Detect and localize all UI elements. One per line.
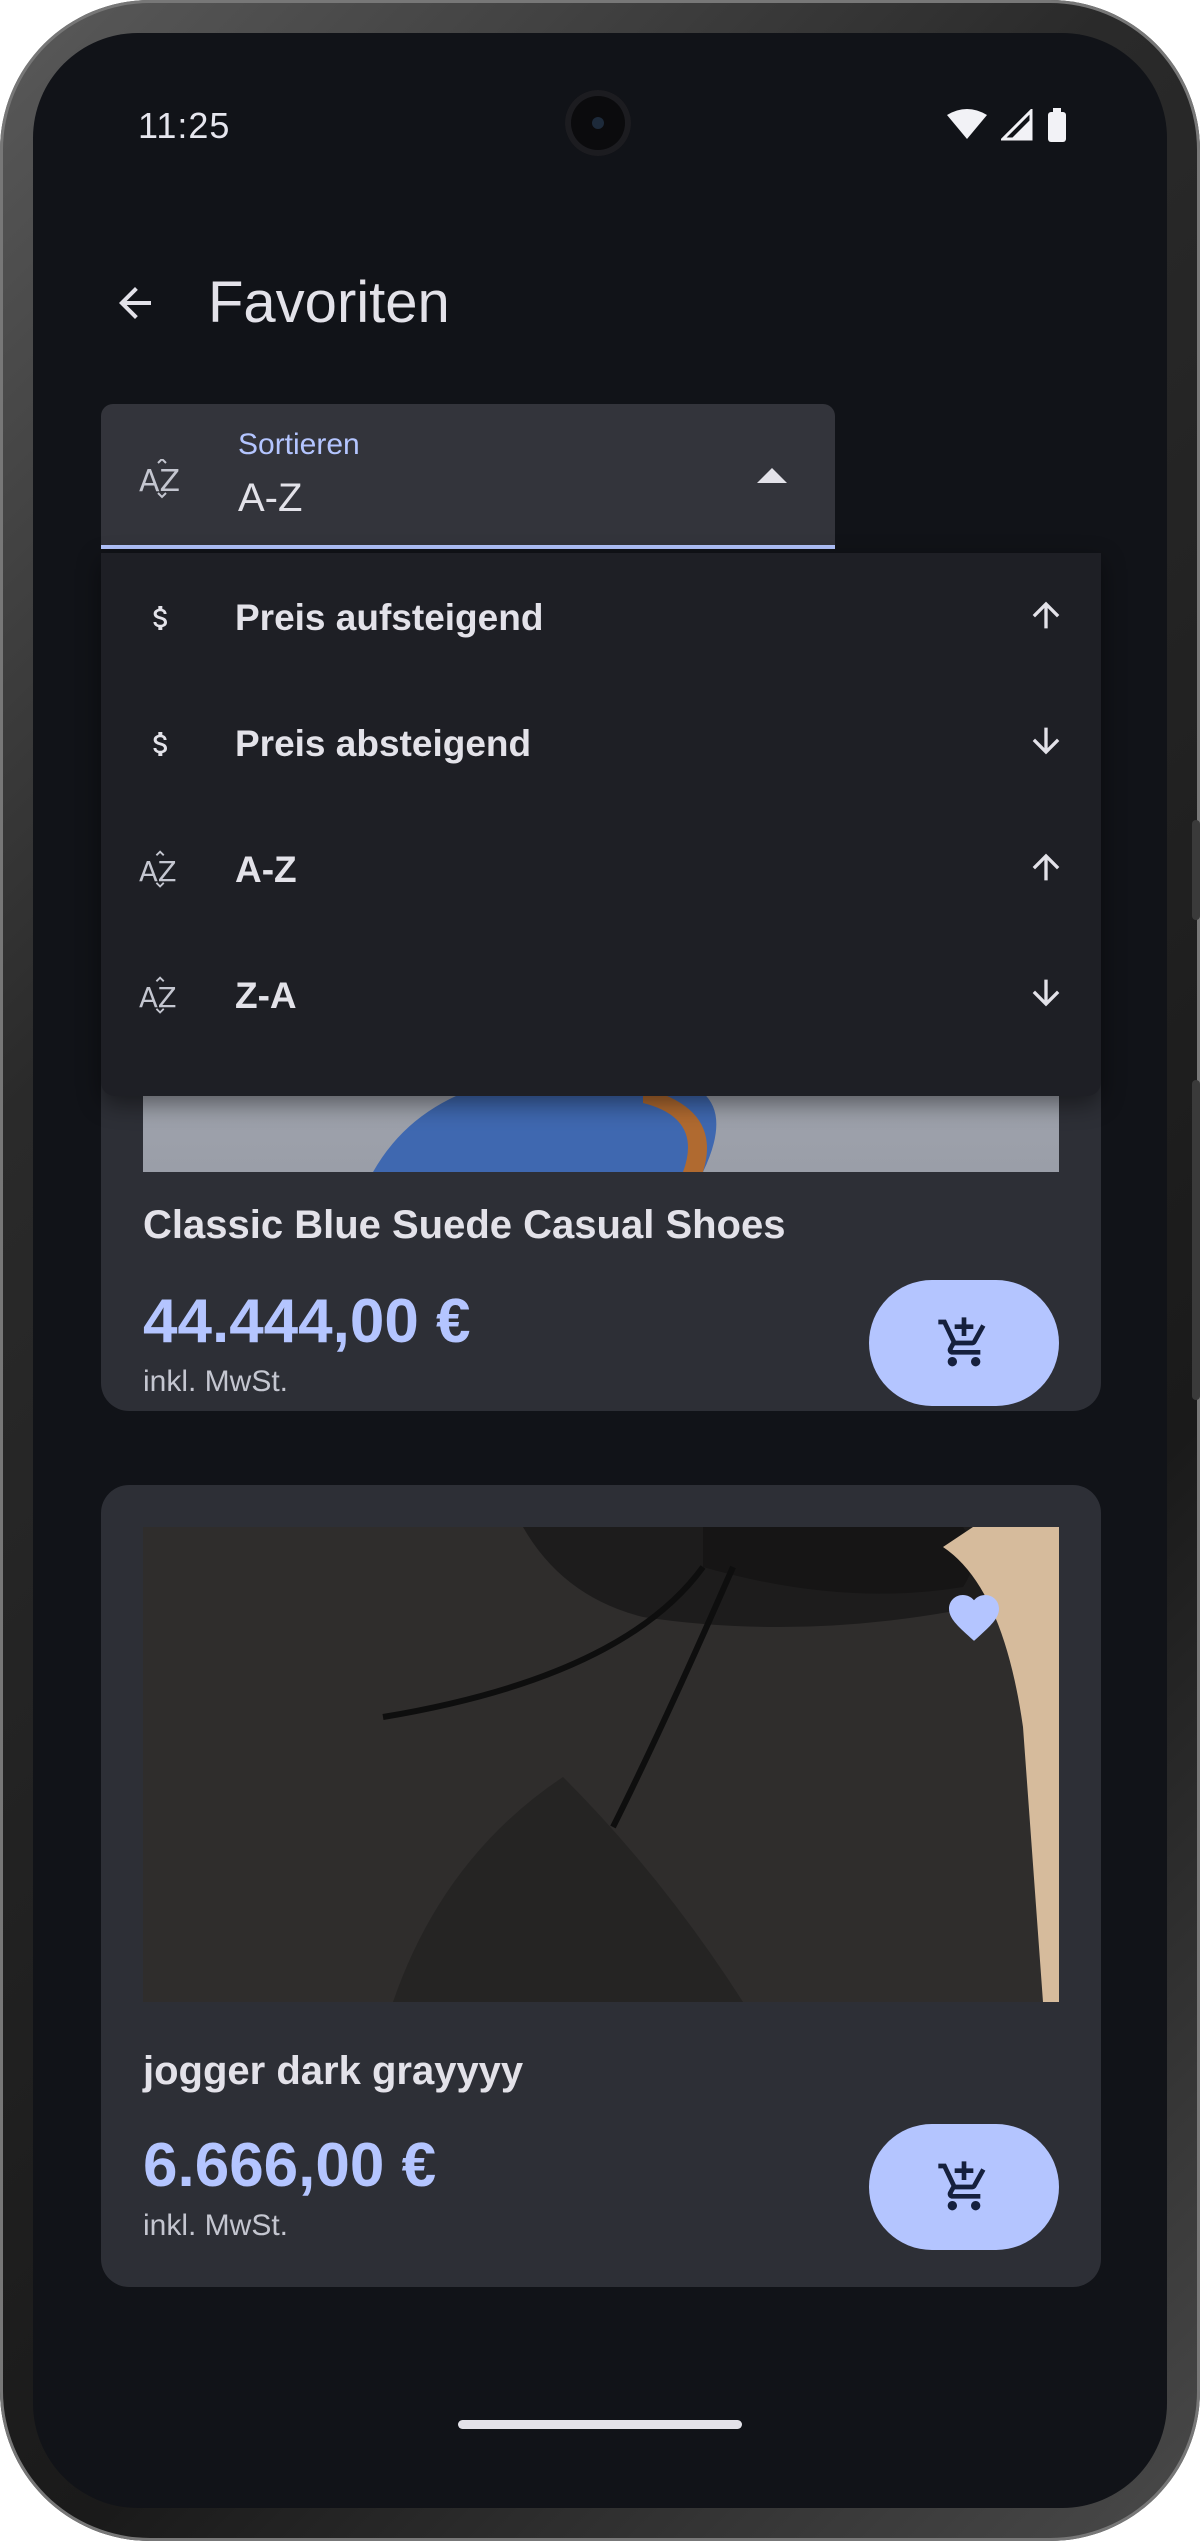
app-bar: Favoriten — [33, 253, 1167, 353]
dollar-icon — [139, 722, 183, 766]
product-card[interactable]: jogger dark grayyyy 6.666,00 € inkl. MwS… — [101, 1485, 1101, 2287]
favorite-heart-icon[interactable] — [944, 1587, 1004, 1648]
arrow-up-icon — [1026, 595, 1066, 640]
dollar-icon — [139, 596, 183, 640]
volume-button — [1192, 1080, 1200, 1400]
arrow-back-icon — [119, 287, 151, 319]
sort-az-icon: AZ — [139, 457, 187, 504]
sort-option-label: Z-A — [235, 975, 297, 1016]
tax-note: inkl. MwSt. — [143, 1365, 289, 1398]
power-button — [1192, 820, 1200, 920]
sort-option-label: Preis aufsteigend — [235, 597, 544, 638]
status-time: 11:25 — [138, 105, 231, 146]
phone-frame: 11:25 Favoriten Classic Blue Suede Casua… — [0, 0, 1200, 2541]
sort-option-price-asc[interactable]: Preis aufsteigend — [101, 553, 1101, 679]
page-title: Favoriten — [208, 270, 450, 335]
home-indicator[interactable] — [458, 2420, 742, 2429]
dropdown-caret-icon — [757, 468, 787, 483]
product-price: 44.444,00 € — [143, 1287, 471, 1356]
arrow-down-icon — [1026, 721, 1066, 766]
front-camera — [565, 90, 631, 156]
add-shopping-cart-icon — [938, 1317, 986, 1367]
sort-option-a-z[interactable]: AZ A-Z — [101, 805, 1101, 931]
arrow-down-icon — [1026, 973, 1066, 1018]
product-image — [143, 1527, 1059, 2002]
sort-menu: Preis aufsteigend Preis absteigend AZ A-… — [101, 553, 1101, 1096]
add-shopping-cart-icon — [938, 2161, 986, 2211]
battery-icon — [1048, 108, 1066, 142]
add-to-cart-button[interactable] — [869, 1280, 1059, 1406]
product-name: jogger dark grayyyy — [143, 2049, 524, 2093]
product-price: 6.666,00 € — [143, 2131, 437, 2200]
add-to-cart-button[interactable] — [869, 2124, 1059, 2250]
signal-icon — [1001, 109, 1033, 141]
sort-dropdown[interactable]: AZ Sortieren A-Z — [101, 404, 835, 549]
arrow-up-icon — [1026, 847, 1066, 892]
wifi-icon — [947, 109, 987, 139]
tax-note: inkl. MwSt. — [143, 2209, 289, 2242]
sort-option-label: Preis absteigend — [235, 723, 532, 764]
sort-label: Sortieren — [238, 428, 360, 461]
sort-option-price-desc[interactable]: Preis absteigend — [101, 679, 1101, 805]
screen: 11:25 Favoriten Classic Blue Suede Casua… — [33, 33, 1167, 2508]
status-icons — [947, 108, 1067, 142]
back-button[interactable] — [105, 273, 165, 333]
product-name: Classic Blue Suede Casual Shoes — [143, 1203, 786, 1247]
sort-value: A-Z — [238, 476, 303, 520]
jogger-image — [143, 1527, 1059, 2002]
sort-az-icon: AZ — [139, 848, 183, 892]
sort-option-label: A-Z — [235, 849, 297, 890]
sort-option-z-a[interactable]: AZ Z-A — [101, 931, 1101, 1057]
sort-az-icon: AZ — [139, 974, 183, 1018]
